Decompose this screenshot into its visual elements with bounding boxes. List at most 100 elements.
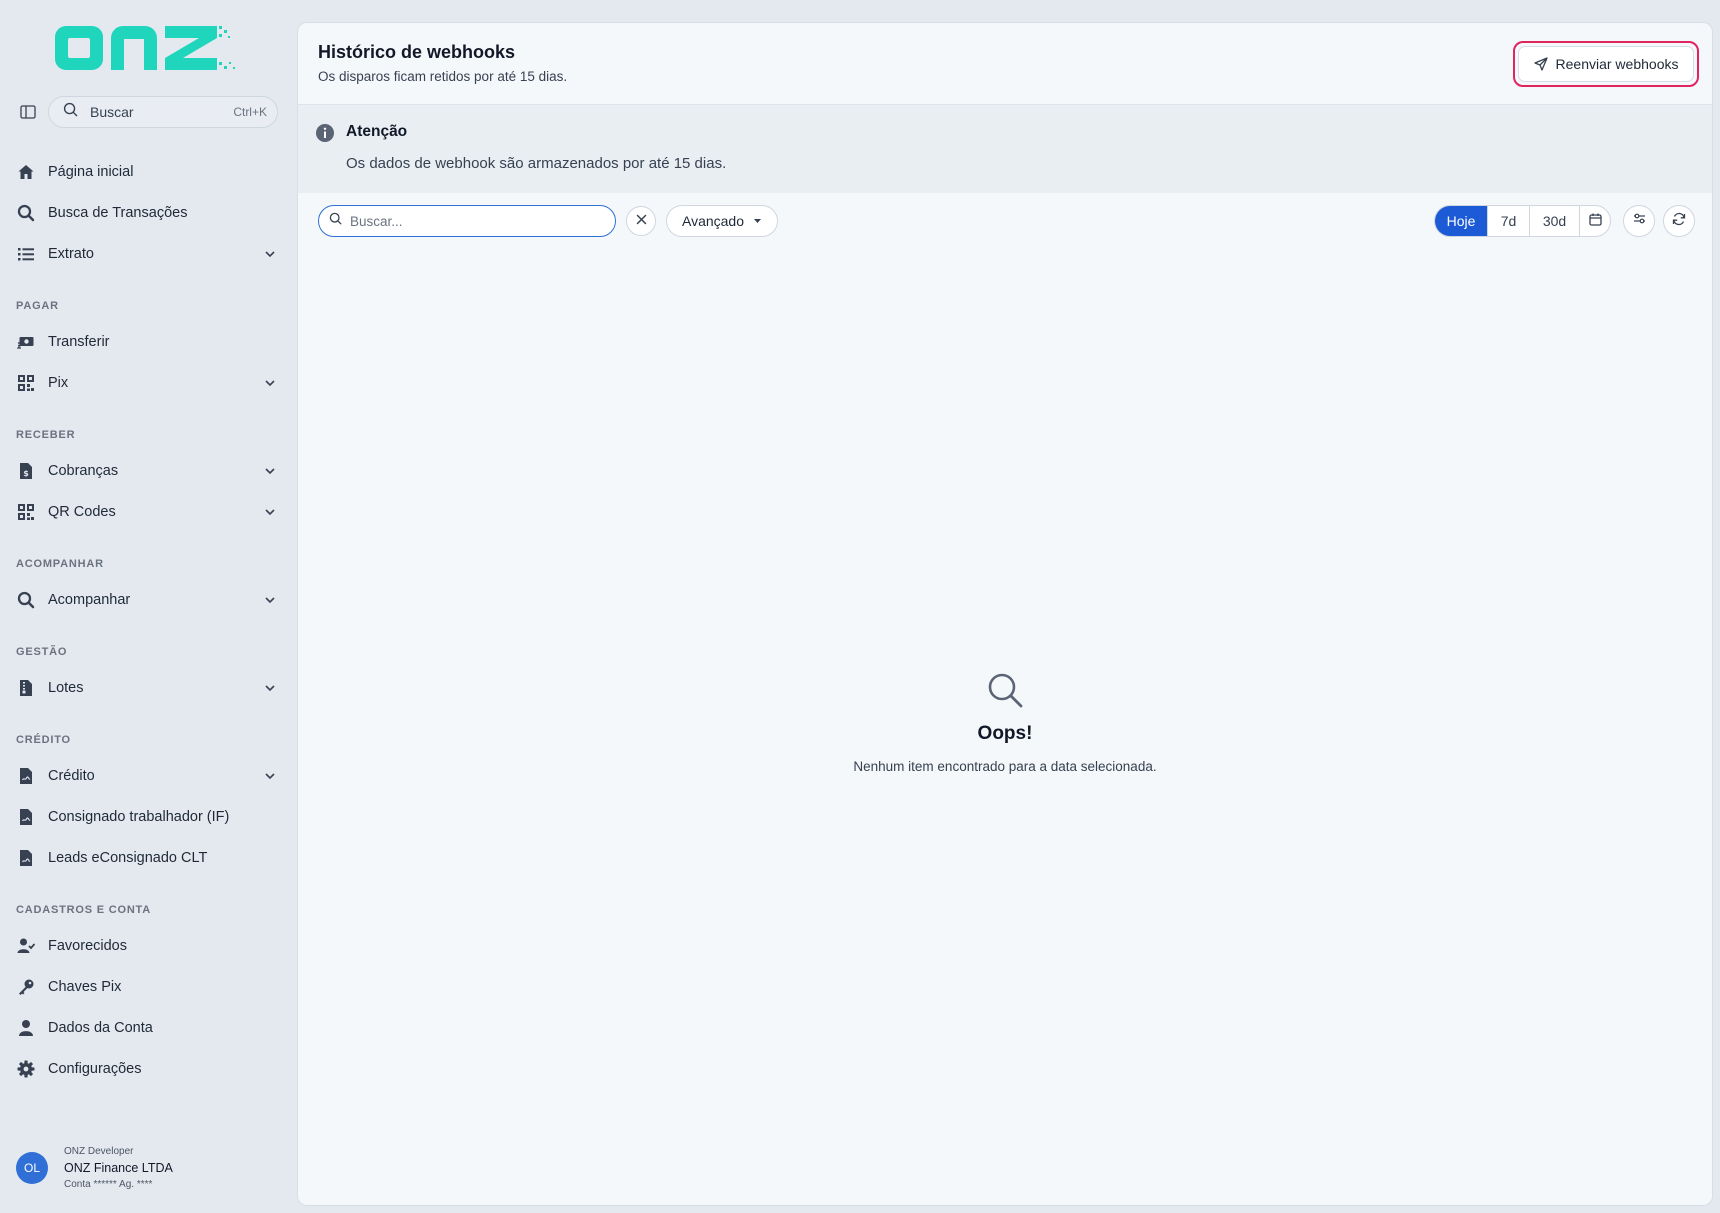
search-field[interactable]: [318, 205, 616, 237]
sidebar-item-busca-transacoes[interactable]: Busca de Transações: [0, 193, 296, 233]
resend-highlight: Reenviar webhooks: [1513, 41, 1699, 87]
sidebar-toggle-icon[interactable]: [18, 102, 38, 122]
sidebar-item-qr-codes[interactable]: QR Codes: [0, 492, 296, 532]
filter-toolbar: Avançado Hoje 7d 30d: [298, 205, 1712, 241]
sidebar-item-dados-conta[interactable]: Dados da Conta: [0, 1008, 296, 1048]
search-icon: [63, 102, 78, 122]
alert-text: Os dados de webhook são armazenados por …: [346, 155, 727, 172]
calendar-icon: [1588, 213, 1602, 229]
user-check-icon: [16, 936, 36, 956]
close-icon: [636, 212, 647, 230]
sidebar-item-label: Chaves Pix: [48, 979, 122, 995]
calendar-button[interactable]: [1580, 206, 1610, 236]
user-company: ONZ Finance LTDA: [64, 1161, 173, 1175]
sidebar-item-lotes[interactable]: Lotes: [0, 668, 296, 708]
chevron-down-icon: [262, 246, 278, 262]
sidebar-item-pix[interactable]: Pix: [0, 363, 296, 403]
search-icon: [16, 590, 36, 610]
sidebar-item-chaves-pix[interactable]: Chaves Pix: [0, 967, 296, 1007]
sidebar-item-acompanhar[interactable]: Acompanhar: [0, 580, 296, 620]
key-icon: [16, 977, 36, 997]
user-account-card[interactable]: OL ONZ Developer ONZ Finance LTDA Conta …: [16, 1140, 286, 1196]
sidebar-item-label: Crédito: [48, 768, 95, 784]
user-role: ONZ Developer: [64, 1146, 134, 1157]
chevron-down-icon: [262, 463, 278, 479]
empty-state: Oops! Nenhum item encontrado para a data…: [298, 671, 1712, 774]
page-header: Histórico de webhooks Os disparos ficam …: [298, 23, 1712, 105]
search-icon: [329, 212, 342, 230]
sidebar-item-pagina-inicial[interactable]: Página inicial: [0, 152, 296, 192]
sliders-icon: [1633, 212, 1646, 230]
sidebar-item-label: Consignado trabalhador (IF): [48, 809, 230, 825]
chevron-down-icon: [262, 504, 278, 520]
file-signature-icon: [16, 766, 36, 786]
avatar: OL: [16, 1152, 48, 1184]
resend-webhooks-button[interactable]: Reenviar webhooks: [1518, 46, 1694, 82]
empty-state-text: Nenhum item encontrado para a data selec…: [853, 759, 1157, 774]
range-30d-button[interactable]: 30d: [1530, 206, 1580, 236]
empty-state-title: Oops!: [977, 723, 1033, 744]
sidebar-item-label: Lotes: [48, 680, 84, 696]
column-settings-button[interactable]: [1623, 205, 1655, 237]
range-hoje-button[interactable]: Hoje: [1435, 206, 1488, 236]
sidebar-item-configuracoes[interactable]: Configurações: [0, 1049, 296, 1089]
file-zip-icon: [16, 678, 36, 698]
qr-grid-icon: [16, 373, 36, 393]
sidebar-item-label: Cobranças: [48, 463, 119, 479]
sidebar-item-label: Acompanhar: [48, 592, 131, 608]
gear-icon: [16, 1059, 36, 1079]
file-signature-icon: [16, 807, 36, 827]
file-signature-icon: [16, 848, 36, 868]
sidebar-item-label: Favorecidos: [48, 938, 127, 954]
sidebar-item-label: Configurações: [48, 1061, 142, 1077]
sidebar-item-label: Página inicial: [48, 164, 134, 180]
send-icon: [1533, 57, 1548, 71]
user-account: Conta ****** Ag. ****: [64, 1179, 153, 1190]
section-title-cadastros: CADASTROS E CONTA: [16, 904, 152, 916]
page-subtitle: Os disparos ficam retidos por até 15 dia…: [318, 69, 568, 84]
user-icon: [16, 1018, 36, 1038]
onz-logo[interactable]: [55, 22, 237, 74]
advanced-filter-label: Avançado: [681, 213, 744, 229]
sidebar-item-label: Leads eConsignado CLT: [48, 850, 208, 866]
refresh-button[interactable]: [1663, 205, 1695, 237]
advanced-filter-button[interactable]: Avançado: [666, 205, 778, 237]
chevron-down-icon: [262, 375, 278, 391]
refresh-icon: [1672, 212, 1686, 231]
sidebar-item-consignado[interactable]: Consignado trabalhador (IF): [0, 797, 296, 837]
range-7d-button[interactable]: 7d: [1488, 206, 1530, 236]
alert-title: Atenção: [346, 123, 408, 140]
search-input[interactable]: [350, 213, 600, 229]
resend-webhooks-label: Reenviar webhooks: [1555, 56, 1679, 72]
main-panel: Histórico de webhooks Os disparos ficam …: [297, 22, 1713, 1206]
svg-text:$: $: [23, 469, 29, 478]
sidebar-item-label: QR Codes: [48, 504, 116, 520]
section-title-credito: CRÉDITO: [16, 734, 71, 746]
sidebar-item-transferir[interactable]: Transferir: [0, 322, 296, 362]
invoice-icon: $: [16, 461, 36, 481]
section-title-gestao: GESTÃO: [16, 646, 68, 658]
sidebar-item-label: Transferir: [48, 334, 110, 350]
sidebar: Buscar Ctrl+K Página inicial Busca de Tr…: [0, 0, 296, 1213]
search-shortcut: Ctrl+K: [233, 105, 267, 119]
qr-grid-icon: [16, 502, 36, 522]
sidebar-item-favorecidos[interactable]: Favorecidos: [0, 926, 296, 966]
attention-alert: Atenção Os dados de webhook são armazena…: [298, 105, 1712, 193]
list-icon: [16, 244, 36, 264]
section-title-receber: RECEBER: [16, 429, 76, 441]
info-icon: [315, 123, 335, 143]
sidebar-search[interactable]: Buscar Ctrl+K: [48, 96, 278, 128]
sidebar-item-credito[interactable]: Crédito: [0, 756, 296, 796]
search-icon: [986, 671, 1024, 709]
money-transfer-icon: [16, 332, 36, 352]
date-range-selector: Hoje 7d 30d: [1434, 205, 1611, 237]
sidebar-item-label: Dados da Conta: [48, 1020, 153, 1036]
sidebar-item-cobrancas[interactable]: $ Cobranças: [0, 451, 296, 491]
chevron-down-icon: [262, 768, 278, 784]
section-title-acompanhar: ACOMPANHAR: [16, 558, 104, 570]
home-icon: [16, 162, 36, 182]
sidebar-item-extrato[interactable]: Extrato: [0, 234, 296, 274]
sidebar-item-leads-econsignado[interactable]: Leads eConsignado CLT: [0, 838, 296, 878]
clear-search-button[interactable]: [626, 206, 656, 236]
search-icon: [16, 203, 36, 223]
